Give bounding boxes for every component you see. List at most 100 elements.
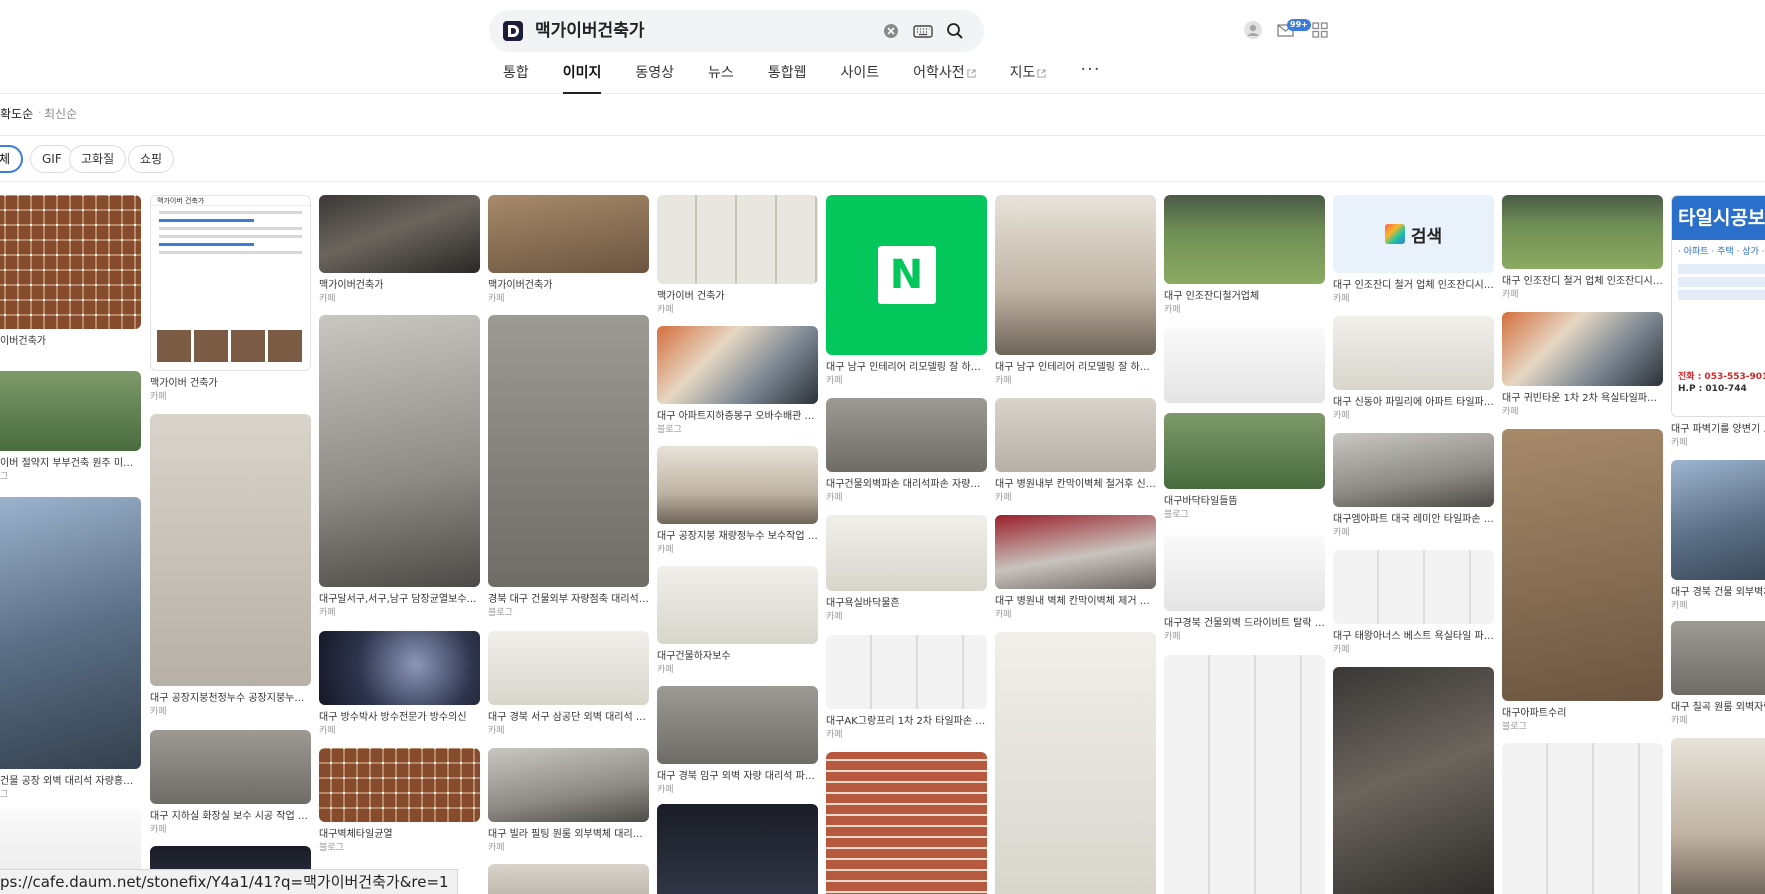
image-result[interactable]: 대구 방수박사 방수전문가 방수의신 카페 [319,631,480,737]
result-thumbnail[interactable] [488,631,649,705]
result-caption[interactable]: 맥가이버 건축가 [657,290,818,303]
result-thumbnail[interactable] [319,748,480,822]
search-icon[interactable] [945,21,965,41]
result-thumbnail[interactable] [0,371,141,451]
profile-icon[interactable] [1243,20,1263,40]
result-caption[interactable]: 대구달서구,서구,남구 담장균열보수업체 [319,593,480,606]
image-result[interactable]: 대구 병원내 벽체 칸막이벽체 제거 신 ... 카페 [995,515,1156,621]
result-caption[interactable]: 대구 파벽기를 양변기 ... [1671,423,1765,436]
result-caption[interactable]: 맥가이버건축가 [319,279,480,292]
search-input[interactable]: 맥가이버건축가 [535,10,644,52]
tab-sites[interactable]: 사이트 [840,62,879,94]
image-result[interactable]: 대구 병원내부 칸막이벽체 철거후 신구 ... 카페 [995,398,1156,504]
result-caption[interactable]: 대구 귀빈타운 1차 2차 욕실타일파손 ... [1502,392,1663,405]
image-result[interactable]: 건물 공장 외벽 대리석 자량홍출 ... 그 [0,497,141,801]
result-caption[interactable]: 대구 태왕아너스 베스트 욕실타일 파손 ... [1333,630,1494,643]
image-result[interactable]: 맥가이버건축가 카페 [488,195,649,305]
image-result[interactable] [1164,327,1325,403]
image-result[interactable]: 검색 대구 인조잔디 철거 업체 인조잔디시공 ... 카페 [1333,195,1494,305]
daum-logo-icon[interactable] [503,21,523,41]
result-thumbnail[interactable] [657,566,818,644]
result-caption[interactable]: 대구 병원내부 칸막이벽체 철거후 신구 ... [995,478,1156,491]
result-caption[interactable]: 대구 신동아 파밀리에 아파트 타일파손 ... [1333,396,1494,409]
result-thumbnail[interactable] [0,497,141,769]
image-result[interactable]: 대구 인조잔디철거업체 카페 [1164,195,1325,316]
result-thumbnail[interactable] [1671,460,1765,580]
result-thumbnail[interactable] [657,195,818,284]
result-thumbnail[interactable] [657,446,818,524]
result-thumbnail[interactable] [319,631,480,705]
image-result[interactable] [1671,738,1765,894]
image-result[interactable]: 대구벽체타일균열 블로그 [319,748,480,854]
result-caption[interactable]: 대구 아파트지하층봉구 오바수배관 막 ... [657,410,818,423]
result-thumbnail[interactable] [1164,195,1325,284]
result-caption[interactable]: 대구건물하자보수 [657,650,818,663]
result-caption[interactable]: 이버 절약지 부부건축 원주 미니 ... [0,457,141,470]
image-result[interactable]: 대구건물하자보수 카페 [657,566,818,676]
image-result[interactable]: 대구 공장지붕 재량정누수 보수작업 지 ... 카페 [657,446,818,556]
result-caption[interactable]: 대구AK그랑프리 1차 2차 타일파손 타 ... [826,715,987,728]
result-thumbnail[interactable]: 타일시공보 · 아파트 · 주택 · 상가 · 건 전화 : 053-553-9… [1671,195,1765,417]
image-result[interactable]: 맥가이버건축가 카페 [319,195,480,305]
result-caption[interactable]: 대구벽체타일균열 [319,828,480,841]
result-caption[interactable]: 대구 인조잔디철거업체 [1164,290,1325,303]
result-caption[interactable]: 이버건축가 [0,335,141,348]
image-result[interactable]: 대구 남구 인테리어 리모델링 잘 하는 ... 카페 [995,195,1156,387]
tab-images[interactable]: 이미지 [562,62,601,94]
image-result[interactable]: 이버건축가 [0,195,141,348]
image-result[interactable]: 대구 경북 임구 외벽 자량 대리석 파손 ... 카페 [657,686,818,796]
result-caption[interactable]: 경북 대구 건물외부 자량점축 대리석 ... [488,593,649,606]
image-result[interactable] [1502,743,1663,894]
result-caption[interactable]: 대구욕실바닥물흔 [826,597,987,610]
keyboard-icon[interactable] [913,21,933,41]
result-thumbnail[interactable] [657,804,818,894]
image-result[interactable]: 경북 대구 건물외부 자량점축 대리석 ... 블로그 [488,315,649,619]
result-thumbnail[interactable] [1671,621,1765,695]
result-thumbnail[interactable] [995,398,1156,472]
image-result[interactable] [1333,667,1494,894]
result-caption[interactable]: 대구 경북 서구 삼공단 외벽 대리석 홍 ... [488,711,649,724]
image-result[interactable]: 대구경북 건물외벽 드라이비트 탈락 누 ... 카페 [1164,535,1325,643]
result-caption[interactable]: 대구 인조잔디 철거 업체 인조잔디시공 ... [1333,279,1494,292]
result-caption[interactable]: 대구 방수박사 방수전문가 방수의신 [319,711,480,724]
image-result[interactable]: 대구욕실바닥물흔 카페 [826,515,987,623]
result-caption[interactable]: 대구아파트수리 [1502,707,1663,720]
result-thumbnail[interactable]: 맥가이버 건축가 [150,195,311,371]
result-thumbnail[interactable] [1333,316,1494,390]
result-caption[interactable]: 대구 빌라 필팅 원룸 외부벽체 대리석 ... [488,828,649,841]
more-tabs-icon[interactable]: ··· [1080,61,1100,94]
clear-icon[interactable] [881,21,901,41]
filter-all[interactable]: 체 [0,145,24,173]
result-thumbnail[interactable] [826,515,987,591]
result-thumbnail[interactable] [0,195,141,329]
image-result[interactable]: 대구엠아파트 대국 레미안 타일파손 타 ... 카페 [1333,433,1494,539]
tab-news[interactable]: 뉴스 [708,62,734,94]
image-result[interactable]: 대구 아파트지하층봉구 오바수배관 막 ... 블로그 [657,326,818,436]
tab-integrated[interactable]: 통합 [503,62,529,94]
result-caption[interactable]: 대구 공장지붕천정누수 공장지붕누수 ... [150,692,311,705]
result-thumbnail[interactable] [1164,655,1325,894]
result-caption[interactable]: 대구 남구 인테리어 리모델링 잘 하는 ... [826,361,987,374]
result-thumbnail[interactable] [319,315,480,587]
apps-grid-icon[interactable] [1310,20,1330,40]
result-caption[interactable]: 대구바닥타일들뜸 [1164,495,1325,508]
tab-dictionary[interactable]: 어학사전 [913,62,976,94]
result-thumbnail[interactable] [826,635,987,709]
result-thumbnail[interactable] [1333,550,1494,624]
image-result[interactable]: 대구바닥타일들뜸 블로그 [1164,413,1325,521]
result-thumbnail[interactable] [319,195,480,273]
result-thumbnail[interactable] [995,632,1156,894]
result-caption[interactable]: 맥가이버 건축가 [150,377,311,390]
result-thumbnail[interactable] [1164,327,1325,403]
result-thumbnail[interactable] [488,864,649,894]
image-result[interactable]: 대구 태왕아너스 베스트 욕실타일 파손 ... 카페 [1333,550,1494,656]
tab-map[interactable]: 지도 [1010,62,1047,94]
filter-high-quality[interactable]: 고화질 [69,145,127,173]
search-box[interactable]: 맥가이버건축가 [489,10,984,52]
result-caption[interactable]: 대구 인조잔디 철거 업체 인조잔디시공 ... [1502,275,1663,288]
image-result[interactable]: 대구건물외벽파손 대리석파손 자량외 ... 카페 [826,398,987,504]
image-result[interactable] [1164,655,1325,894]
tab-videos[interactable]: 동영상 [635,62,674,94]
result-caption[interactable]: 건물 공장 외벽 대리석 자량홍출 ... [0,775,141,788]
result-thumbnail[interactable] [488,748,649,822]
